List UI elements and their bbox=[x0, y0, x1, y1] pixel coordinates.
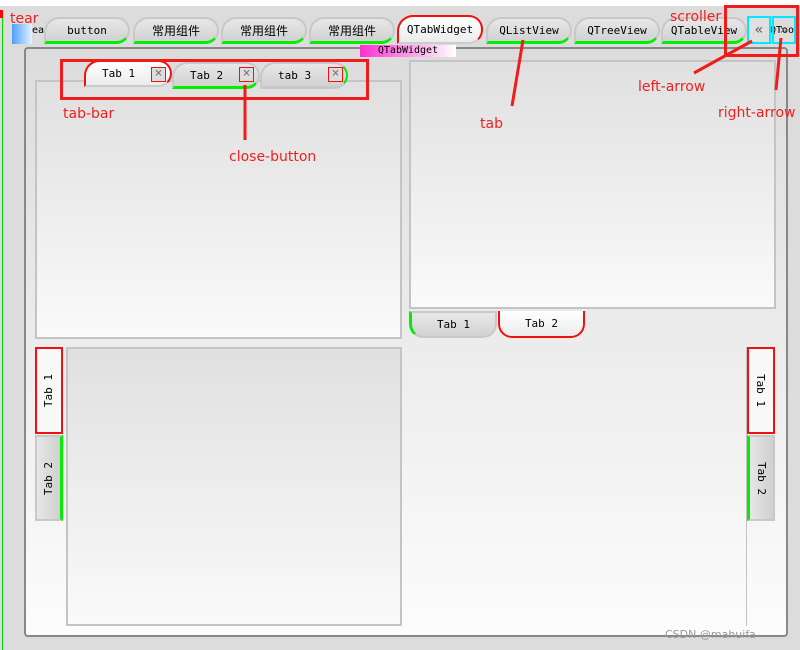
annotation-scroller: scroller bbox=[670, 9, 722, 25]
watermark: CSDN @mahuifa bbox=[665, 628, 756, 641]
annotation-tab-bar: tab-bar bbox=[63, 106, 115, 122]
annotation-close-button: close-button bbox=[229, 149, 317, 165]
annotation-tab: tab bbox=[480, 116, 503, 132]
annotation-right-arrow: right-arrow bbox=[718, 105, 796, 121]
annotation-tear: tear bbox=[10, 11, 39, 27]
annotation-left-arrow: left-arrow bbox=[638, 79, 706, 95]
annotation-lines bbox=[243, 37, 783, 140]
